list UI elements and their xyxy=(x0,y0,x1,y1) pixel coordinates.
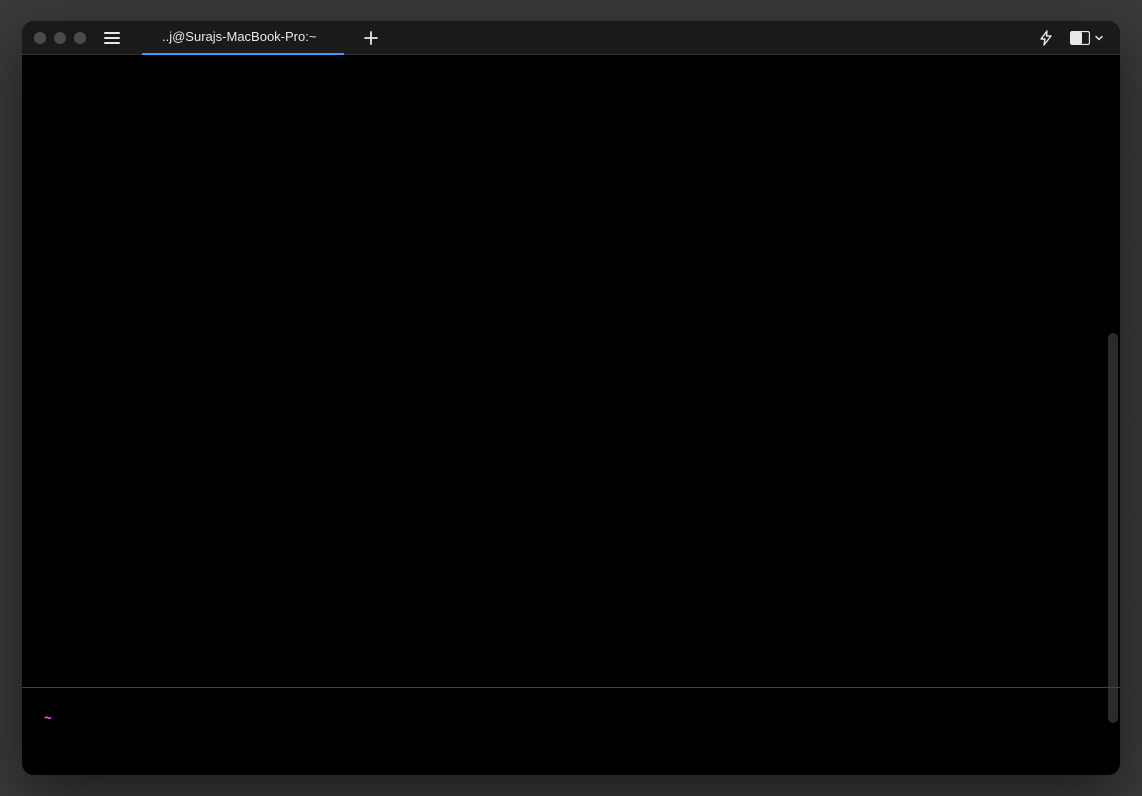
titlebar: ..j@Surajs-MacBook-Pro:~ xyxy=(22,21,1120,55)
tab-active[interactable]: ..j@Surajs-MacBook-Pro:~ xyxy=(142,21,344,55)
ai-button[interactable] xyxy=(1038,30,1054,46)
prompt-symbol: ~ xyxy=(44,711,52,726)
scrollbar[interactable] xyxy=(1108,333,1118,723)
minimize-traffic-light[interactable] xyxy=(54,32,66,44)
traffic-lights xyxy=(30,32,86,44)
tab-title: ..j@Surajs-MacBook-Pro:~ xyxy=(162,29,316,44)
close-traffic-light[interactable] xyxy=(34,32,46,44)
plus-icon xyxy=(364,31,378,45)
terminal-prompt: ~ xyxy=(44,711,52,726)
chevron-down-icon xyxy=(1094,33,1104,43)
panel-layout-dropdown[interactable] xyxy=(1070,31,1104,45)
pane-divider[interactable] xyxy=(22,687,1120,688)
panel-icon xyxy=(1070,31,1090,45)
terminal-body[interactable]: ~ xyxy=(22,55,1120,775)
lightning-icon xyxy=(1038,30,1054,46)
hamburger-menu-icon[interactable] xyxy=(100,28,124,48)
titlebar-right-controls xyxy=(1038,30,1112,46)
terminal-window: ..j@Surajs-MacBook-Pro:~ xyxy=(22,21,1120,775)
maximize-traffic-light[interactable] xyxy=(74,32,86,44)
new-tab-button[interactable] xyxy=(364,31,378,45)
